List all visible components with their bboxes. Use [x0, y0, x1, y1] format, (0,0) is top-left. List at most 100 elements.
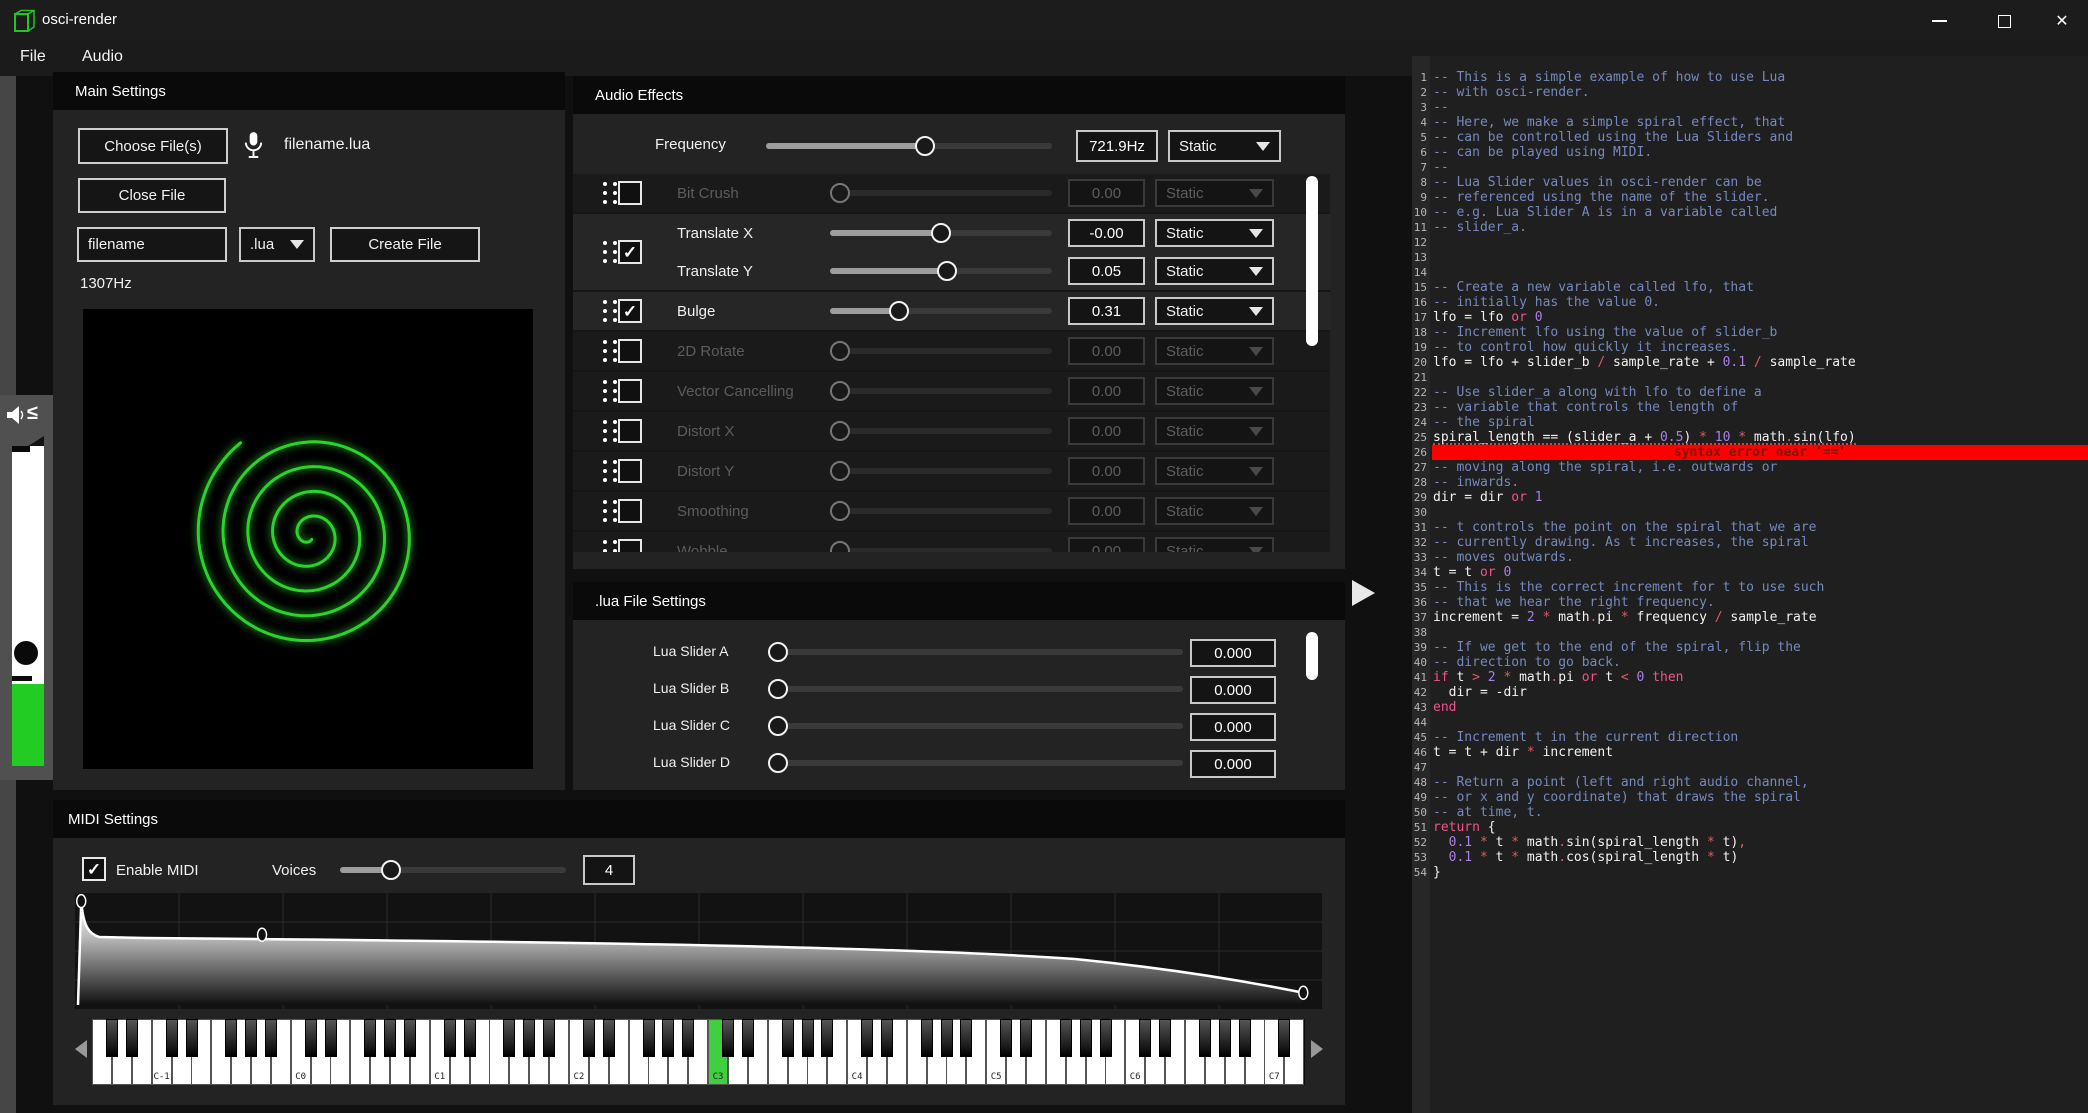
microphone-icon[interactable] [242, 130, 265, 161]
slider[interactable] [768, 640, 1183, 664]
slider-thumb[interactable] [768, 753, 788, 773]
effect-mode-dropdown[interactable]: Static [1155, 337, 1274, 365]
slider[interactable] [766, 134, 1052, 158]
black-key[interactable] [384, 1019, 396, 1057]
slider-thumb[interactable] [830, 501, 850, 521]
effect-mode-dropdown[interactable]: Static [1155, 257, 1274, 285]
effect-value-box[interactable]: 0.31 [1068, 297, 1145, 325]
slider[interactable] [830, 539, 1052, 552]
black-key[interactable] [861, 1019, 873, 1057]
voices-slider[interactable] [340, 858, 566, 882]
extension-dropdown[interactable]: .lua [239, 227, 315, 262]
slider-thumb[interactable] [830, 541, 850, 552]
black-key[interactable] [1159, 1019, 1171, 1057]
keyboard-scroll-right-icon[interactable] [1311, 1040, 1323, 1058]
lua-slider-value-box[interactable]: 0.000 [1190, 676, 1276, 704]
maximize-button[interactable] [1990, 10, 2018, 32]
slider[interactable] [768, 751, 1183, 775]
lua-code-editor[interactable]: 1-- This is a simple example of how to u… [1412, 56, 2088, 1113]
black-key[interactable] [941, 1019, 953, 1057]
drag-handle-icon[interactable] [603, 300, 618, 323]
render-play-icon[interactable] [1352, 580, 1375, 606]
drag-handle-icon[interactable] [603, 340, 618, 363]
black-key[interactable] [1199, 1019, 1211, 1057]
effect-mode-dropdown[interactable]: Static [1155, 219, 1274, 247]
black-key[interactable] [921, 1019, 933, 1057]
volume-knob[interactable] [14, 641, 38, 665]
black-key[interactable] [444, 1019, 456, 1057]
drag-handle-icon[interactable] [603, 241, 618, 264]
slider[interactable] [340, 858, 566, 882]
slider[interactable] [830, 499, 1052, 523]
black-key[interactable] [782, 1019, 794, 1057]
black-key[interactable] [265, 1019, 277, 1057]
drag-handle-icon[interactable] [603, 420, 618, 443]
effect-checkbox[interactable]: ✓ [618, 539, 642, 552]
slider[interactable] [830, 181, 1052, 205]
black-key[interactable] [682, 1019, 694, 1057]
slider[interactable] [830, 459, 1052, 483]
slider-thumb[interactable] [830, 183, 850, 203]
slider-thumb[interactable] [830, 421, 850, 441]
slider[interactable] [830, 221, 1052, 245]
slider-thumb[interactable] [381, 860, 401, 880]
effect-checkbox[interactable]: ✓ [618, 181, 642, 205]
frequency-slider[interactable] [766, 134, 1052, 158]
slider[interactable] [830, 339, 1052, 363]
slider-thumb[interactable] [768, 716, 788, 736]
effect-mode-dropdown[interactable]: Static [1155, 417, 1274, 445]
effect-mode-dropdown[interactable]: Static [1155, 457, 1274, 485]
drag-handle-icon[interactable] [603, 500, 618, 523]
drag-handle-icon[interactable] [603, 460, 618, 483]
effect-checkbox[interactable]: ✓ [618, 419, 642, 443]
slider[interactable] [768, 677, 1183, 701]
slider[interactable] [768, 714, 1183, 738]
slider-thumb[interactable] [937, 261, 957, 281]
effect-checkbox[interactable]: ✓ [618, 240, 642, 264]
enable-midi-checkbox[interactable]: ✓ [82, 857, 106, 881]
lua-slider-value-box[interactable]: 0.000 [1190, 713, 1276, 741]
minimize-button[interactable] [1925, 10, 1953, 32]
lua-scrollbar-thumb[interactable] [1306, 632, 1318, 680]
black-key[interactable] [603, 1019, 615, 1057]
menu-audio[interactable]: Audio [76, 46, 129, 68]
lua-slider-value-box[interactable]: 0.000 [1190, 750, 1276, 778]
black-key[interactable] [662, 1019, 674, 1057]
filename-input[interactable]: filename [77, 227, 227, 262]
effect-value-box[interactable]: 0.00 [1068, 377, 1145, 405]
slider-thumb[interactable] [915, 136, 935, 156]
drag-handle-icon[interactable] [603, 182, 618, 205]
slider-thumb[interactable] [830, 461, 850, 481]
black-key[interactable] [126, 1019, 138, 1057]
slider[interactable] [830, 259, 1052, 283]
black-key[interactable] [225, 1019, 237, 1057]
effect-mode-dropdown[interactable]: Static [1155, 497, 1274, 525]
black-key[interactable] [1278, 1019, 1290, 1057]
slider[interactable] [830, 419, 1052, 443]
frequency-mode-dropdown[interactable]: Static [1168, 130, 1281, 162]
black-key[interactable] [821, 1019, 833, 1057]
close-file-button[interactable]: Close File [78, 178, 226, 213]
effect-checkbox[interactable]: ✓ [618, 379, 642, 403]
slider-thumb[interactable] [768, 642, 788, 662]
effect-checkbox[interactable]: ✓ [618, 299, 642, 323]
black-key[interactable] [404, 1019, 416, 1057]
black-key[interactable] [543, 1019, 555, 1057]
black-key[interactable] [583, 1019, 595, 1057]
keyboard-scroll-left-icon[interactable] [75, 1040, 87, 1058]
close-button[interactable]: ✕ [2048, 10, 2076, 32]
drag-handle-icon[interactable] [603, 380, 618, 403]
drag-handle-icon[interactable] [603, 540, 618, 553]
black-key[interactable] [1139, 1019, 1151, 1057]
effect-value-box[interactable]: 0.00 [1068, 497, 1145, 525]
black-key[interactable] [1080, 1019, 1092, 1057]
black-key[interactable] [364, 1019, 376, 1057]
black-key[interactable] [1219, 1019, 1231, 1057]
black-key[interactable] [245, 1019, 257, 1057]
effect-value-box[interactable]: 0.00 [1068, 457, 1145, 485]
choose-files-button[interactable]: Choose File(s) [78, 128, 228, 164]
black-key[interactable] [742, 1019, 754, 1057]
black-key[interactable] [643, 1019, 655, 1057]
slider[interactable] [830, 299, 1052, 323]
black-key[interactable] [722, 1019, 734, 1057]
